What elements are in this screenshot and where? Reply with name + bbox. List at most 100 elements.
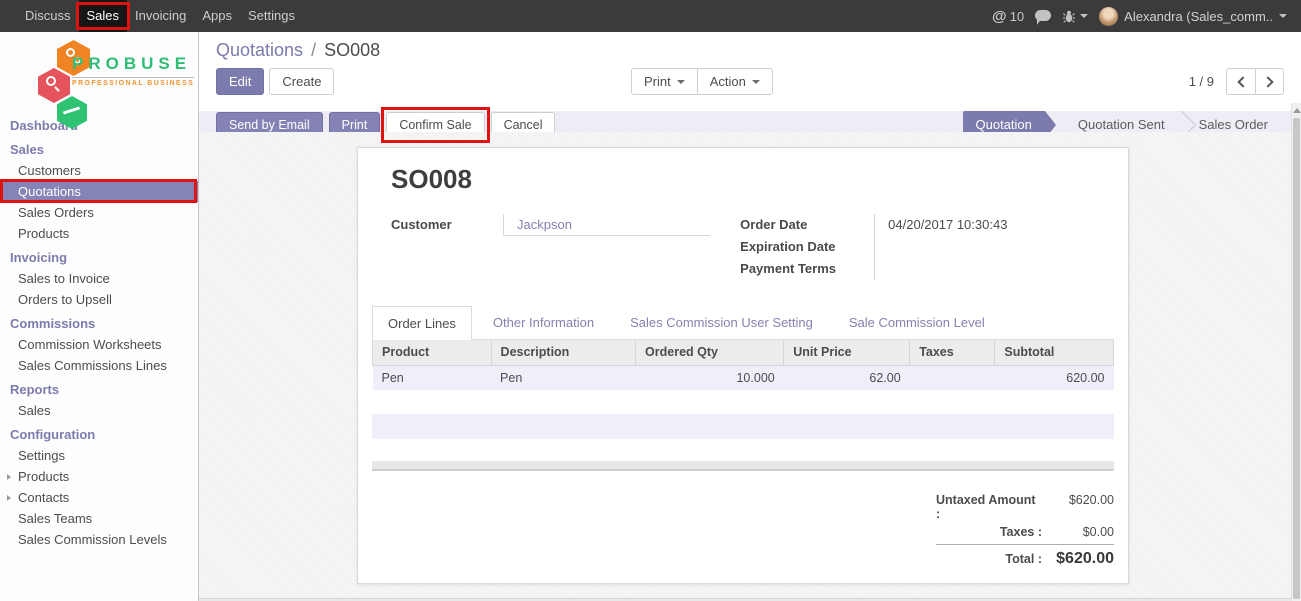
top-navbar: Discuss Sales Invoicing Apps Settings @ … bbox=[0, 0, 1301, 32]
chevron-down-icon bbox=[1279, 14, 1287, 18]
vertical-scrollbar[interactable] bbox=[1291, 103, 1301, 601]
customer-field-label: Customer bbox=[391, 214, 504, 236]
table-horizontal-scrollbar[interactable] bbox=[372, 461, 1114, 471]
breadcrumb: Quotations / SO008 bbox=[216, 40, 1301, 61]
column-header-product[interactable]: Product bbox=[373, 340, 492, 365]
table-header-row: Product Description Ordered Qty Unit Pri… bbox=[373, 340, 1114, 365]
odoo-app-window: Discuss Sales Invoicing Apps Settings @ … bbox=[0, 0, 1301, 601]
chevron-down-icon bbox=[1080, 14, 1088, 18]
sidebar-heading-invoicing[interactable]: Invoicing bbox=[0, 244, 198, 268]
nav-item-apps[interactable]: Apps bbox=[194, 0, 240, 32]
untaxed-amount-label: Untaxed Amount : bbox=[936, 493, 1042, 521]
cell-ordered-qty[interactable]: 10.000 bbox=[636, 365, 784, 390]
sidebar-item-config-products[interactable]: Products bbox=[0, 466, 198, 487]
debug-menu[interactable] bbox=[1062, 10, 1088, 23]
control-panel-buttons-row: Edit Create Print Action 1 / 9 bbox=[216, 68, 1284, 95]
sidebar-heading-sales[interactable]: Sales bbox=[0, 136, 198, 160]
cell-description[interactable]: Pen bbox=[491, 365, 635, 390]
main-area: Quotations / SO008 Edit Create Print Act… bbox=[199, 32, 1301, 601]
pager-previous-button[interactable] bbox=[1226, 68, 1255, 95]
sidebar-heading-configuration[interactable]: Configuration bbox=[0, 421, 198, 445]
expand-caret-icon bbox=[7, 474, 11, 480]
sidebar-item-sales-orders[interactable]: Sales Orders bbox=[0, 202, 198, 223]
breadcrumb-current: SO008 bbox=[324, 40, 380, 60]
payment-terms-field-label: Payment Terms bbox=[740, 258, 875, 280]
action-dropdown-button[interactable]: Action bbox=[698, 68, 773, 95]
column-header-description[interactable]: Description bbox=[491, 340, 635, 365]
user-menu[interactable]: Alexandra (Sales_comm.. bbox=[1099, 7, 1287, 26]
chevron-down-icon bbox=[677, 80, 685, 84]
sidebar-item-reports-sales[interactable]: Sales bbox=[0, 400, 198, 421]
sidebar: PROBUSE PROFESSIONAL BUSINESS Dashboard … bbox=[0, 32, 199, 601]
taxes-label: Taxes : bbox=[1000, 525, 1042, 539]
avatar bbox=[1099, 7, 1118, 26]
column-header-ordered-qty[interactable]: Ordered Qty bbox=[636, 340, 784, 365]
tab-sale-commission-level[interactable]: Sale Commission Level bbox=[834, 306, 1000, 339]
print-dropdown-button[interactable]: Print bbox=[631, 68, 698, 95]
taxes-value: $0.00 bbox=[1042, 525, 1114, 539]
tab-order-lines[interactable]: Order Lines bbox=[372, 306, 472, 340]
sidebar-item-settings[interactable]: Settings bbox=[0, 445, 198, 466]
cell-unit-price[interactable]: 62.00 bbox=[784, 365, 910, 390]
pager: 1 / 9 bbox=[1189, 68, 1284, 95]
cell-product[interactable]: Pen bbox=[373, 365, 492, 390]
expiration-date-field-value bbox=[875, 236, 1095, 242]
scrollbar-thumb[interactable] bbox=[1293, 118, 1300, 599]
empty-table-row bbox=[372, 414, 1114, 439]
logo-title: PROBUSE bbox=[72, 54, 194, 74]
sidebar-item-customers[interactable]: Customers bbox=[0, 160, 198, 181]
table-row[interactable]: Pen Pen 10.000 62.00 620.00 bbox=[373, 365, 1114, 390]
sidebar-item-commission-worksheets[interactable]: Commission Worksheets bbox=[0, 334, 198, 355]
nav-item-invoicing[interactable]: Invoicing bbox=[127, 0, 194, 32]
form-view-background: SO008 Customer Jackpson Order Date 04/20… bbox=[199, 132, 1301, 601]
nav-item-sales[interactable]: Sales bbox=[79, 0, 128, 32]
chat-icon[interactable] bbox=[1035, 10, 1051, 21]
tab-other-information[interactable]: Other Information bbox=[478, 306, 609, 339]
sidebar-item-config-products-label: Products bbox=[18, 469, 69, 484]
order-lines-table: Product Description Ordered Qty Unit Pri… bbox=[372, 340, 1114, 390]
logo-subtitle: PROFESSIONAL BUSINESS bbox=[72, 77, 194, 87]
document-sheet: SO008 Customer Jackpson Order Date 04/20… bbox=[357, 147, 1129, 584]
tab-sales-commission-user-setting[interactable]: Sales Commission User Setting bbox=[615, 306, 828, 339]
column-header-unit-price[interactable]: Unit Price bbox=[784, 340, 910, 365]
cell-taxes[interactable] bbox=[910, 365, 995, 390]
sidebar-item-sales-to-invoice[interactable]: Sales to Invoice bbox=[0, 268, 198, 289]
cell-subtotal[interactable]: 620.00 bbox=[995, 365, 1114, 390]
column-header-subtotal[interactable]: Subtotal bbox=[995, 340, 1114, 365]
untaxed-amount-value: $620.00 bbox=[1042, 493, 1114, 507]
expand-caret-icon bbox=[7, 495, 11, 501]
total-label: Total : bbox=[1005, 552, 1042, 566]
sidebar-item-sales-teams[interactable]: Sales Teams bbox=[0, 508, 198, 529]
sidebar-menu: Dashboard Sales Customers Quotations Sal… bbox=[0, 112, 198, 550]
sheet-divider bbox=[372, 583, 1114, 584]
logo-hexagon-red bbox=[38, 68, 70, 103]
nav-item-settings[interactable]: Settings bbox=[240, 0, 303, 32]
probuse-logo: PROBUSE PROFESSIONAL BUSINESS bbox=[0, 32, 198, 112]
chevron-left-icon bbox=[1237, 76, 1248, 87]
nav-item-discuss[interactable]: Discuss bbox=[17, 0, 79, 32]
empty-table-row bbox=[372, 439, 1114, 461]
sidebar-item-quotations[interactable]: Quotations bbox=[0, 181, 198, 202]
pager-next-button[interactable] bbox=[1255, 68, 1284, 95]
edit-button[interactable]: Edit bbox=[216, 68, 264, 95]
scrollbar-up-arrow-icon[interactable] bbox=[1293, 108, 1301, 113]
create-button[interactable]: Create bbox=[269, 68, 334, 95]
sidebar-item-quotations-label: Quotations bbox=[18, 184, 81, 199]
notebook: Order Lines Other Information Sales Comm… bbox=[372, 306, 1114, 584]
notebook-tabs: Order Lines Other Information Sales Comm… bbox=[372, 306, 1114, 340]
chevron-down-icon bbox=[752, 80, 760, 84]
sidebar-item-sales-commission-levels[interactable]: Sales Commission Levels bbox=[0, 529, 198, 550]
breadcrumb-quotations-link[interactable]: Quotations bbox=[216, 40, 303, 60]
order-date-field-value: 04/20/2017 10:30:43 bbox=[875, 214, 1095, 235]
sidebar-item-dashboard[interactable]: Dashboard bbox=[0, 112, 198, 136]
sidebar-item-config-contacts[interactable]: Contacts bbox=[0, 487, 198, 508]
column-header-taxes[interactable]: Taxes bbox=[910, 340, 995, 365]
sidebar-heading-commissions[interactable]: Commissions bbox=[0, 310, 198, 334]
order-date-field-label: Order Date bbox=[740, 214, 875, 236]
sidebar-item-sales-commissions-lines[interactable]: Sales Commissions Lines bbox=[0, 355, 198, 376]
sidebar-item-products[interactable]: Products bbox=[0, 223, 198, 244]
customer-field-value[interactable]: Jackpson bbox=[504, 214, 710, 236]
sidebar-heading-reports[interactable]: Reports bbox=[0, 376, 198, 400]
sidebar-item-orders-to-upsell[interactable]: Orders to Upsell bbox=[0, 289, 198, 310]
mentions-counter[interactable]: @ 10 bbox=[992, 8, 1024, 25]
